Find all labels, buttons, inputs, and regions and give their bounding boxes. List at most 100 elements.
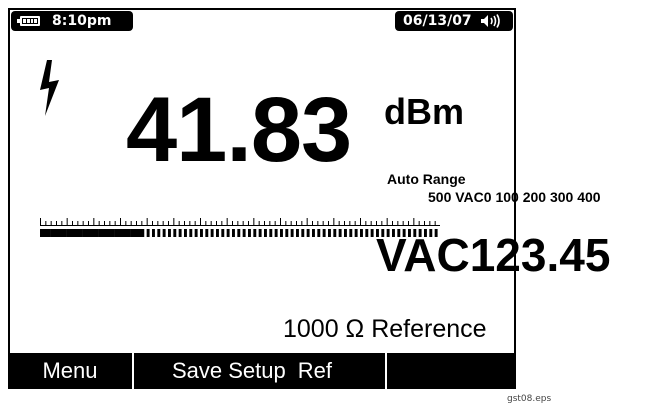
bargraph-tick bbox=[226, 218, 228, 225]
bargraph-tick bbox=[93, 218, 95, 225]
bargraph-tick bbox=[141, 221, 143, 225]
bargraph-segment-filled bbox=[40, 229, 46, 237]
bargraph-tick bbox=[434, 221, 436, 225]
bargraph-tick bbox=[258, 221, 260, 225]
bargraph-tick bbox=[146, 218, 148, 225]
status-date-pill: 06/13/07 bbox=[395, 11, 513, 31]
bargraph-segment-empty bbox=[317, 229, 321, 237]
bargraph-segment-empty bbox=[360, 229, 363, 237]
high-voltage-lightning-icon bbox=[40, 60, 59, 116]
bargraph-tick bbox=[50, 221, 52, 225]
softkey-ref[interactable]: Ref bbox=[298, 358, 332, 384]
bargraph-tick bbox=[317, 221, 319, 225]
bargraph-segment-empty bbox=[312, 229, 315, 237]
bargraph-tick bbox=[253, 218, 255, 225]
bargraph-segment-empty bbox=[322, 229, 326, 237]
bargraph-segment-filled bbox=[136, 229, 142, 237]
bargraph-segment-empty bbox=[168, 229, 171, 237]
bargraph-segment-empty bbox=[269, 229, 273, 237]
softkey-save-setup[interactable]: Save Setup Ref bbox=[134, 353, 387, 389]
bargraph-segment-empty bbox=[264, 229, 267, 237]
bargraph-tick bbox=[386, 218, 388, 225]
bargraph-tick bbox=[200, 218, 201, 225]
bargraph-segment-empty bbox=[253, 229, 257, 237]
softkey-menu[interactable]: Menu bbox=[8, 353, 134, 389]
bargraph-tick bbox=[296, 221, 297, 225]
bargraph-segment-filled bbox=[130, 229, 137, 237]
bargraph-segment-empty bbox=[184, 229, 187, 237]
bargraph-tick bbox=[104, 221, 105, 225]
bargraph-tick bbox=[120, 218, 121, 225]
bargraph-segment-empty bbox=[344, 229, 347, 237]
bargraph-tick bbox=[173, 218, 175, 225]
bargraph-tick bbox=[365, 221, 367, 225]
bargraph-tick bbox=[72, 221, 73, 225]
bargraph-segment-filled bbox=[114, 229, 121, 237]
bargraph-segment-filled bbox=[61, 229, 67, 237]
bargraph-tick bbox=[413, 218, 415, 225]
bargraph-segment-empty bbox=[296, 229, 299, 237]
bargraph-segment-filled bbox=[82, 229, 89, 237]
bargraph-segment-filled bbox=[125, 229, 131, 237]
bargraph-segment-filled bbox=[66, 229, 73, 237]
bargraph-segment-empty bbox=[333, 229, 337, 237]
bargraph-segment-filled bbox=[88, 229, 94, 237]
bargraph-tick bbox=[152, 221, 153, 225]
bargraph-segment-empty bbox=[274, 229, 278, 237]
bargraph-segment-filled bbox=[77, 229, 83, 237]
bargraph-tick bbox=[40, 218, 41, 225]
bargraph-tick bbox=[408, 221, 409, 225]
bargraph-tick bbox=[210, 221, 212, 225]
bargraph-segment-empty bbox=[280, 229, 283, 237]
bargraph-tick bbox=[157, 221, 159, 225]
bargraph-tick bbox=[114, 221, 116, 225]
bargraph-segment-empty bbox=[173, 229, 177, 237]
bargraph-tick bbox=[189, 221, 191, 225]
bargraph-tick bbox=[205, 221, 207, 225]
bargraph-tick bbox=[322, 221, 324, 225]
bargraph-tick bbox=[354, 221, 356, 225]
bargraph-segment-empty bbox=[301, 229, 305, 237]
bargraph-segment-empty bbox=[226, 229, 230, 237]
bargraph-segment-empty bbox=[157, 229, 161, 237]
bargraph-tick bbox=[392, 221, 393, 225]
bargraph-segment-empty bbox=[370, 229, 374, 237]
bargraph-segment-empty bbox=[237, 229, 241, 237]
status-time-pill: 8:10pm bbox=[11, 11, 133, 31]
bargraph-tick bbox=[285, 221, 287, 225]
bargraph-segment-filled bbox=[50, 229, 57, 237]
date: 06/13/07 bbox=[403, 13, 472, 29]
primary-unit: dBm bbox=[384, 91, 464, 132]
bargraph-tick bbox=[280, 218, 281, 225]
bargraph-tick bbox=[216, 221, 217, 225]
bargraph-segment-empty bbox=[285, 229, 289, 237]
bargraph-tick bbox=[344, 221, 345, 225]
bargraph-segment-empty bbox=[349, 229, 353, 237]
bargraph-tick bbox=[194, 221, 196, 225]
bargraph-tick bbox=[162, 221, 164, 225]
status-bar: 8:10pm 06/13/07 bbox=[10, 10, 514, 34]
reference-impedance: 1000 Ω Reference bbox=[283, 315, 487, 343]
bargraph-ticks bbox=[40, 218, 440, 226]
bargraph-segment-empty bbox=[205, 229, 209, 237]
bargraph-tick bbox=[168, 221, 169, 225]
bargraph-tick bbox=[237, 221, 239, 225]
bargraph-segment-empty bbox=[146, 229, 150, 237]
bargraph-tick bbox=[130, 221, 132, 225]
bargraph-tick bbox=[424, 221, 425, 225]
bargraph-tick bbox=[429, 221, 431, 225]
bargraph-tick bbox=[312, 221, 313, 225]
softkey-blank[interactable] bbox=[387, 353, 516, 389]
bargraph-segment-empty bbox=[242, 229, 246, 237]
bargraph-segment-empty bbox=[328, 229, 331, 237]
bargraph-baseline bbox=[40, 225, 440, 226]
bargraph-tick bbox=[61, 221, 63, 225]
bargraph-tick bbox=[360, 218, 361, 225]
softkey-bar: Menu Save Setup Ref bbox=[8, 353, 516, 389]
bargraph-segment-empty bbox=[232, 229, 235, 237]
bargraph-segment-empty bbox=[162, 229, 166, 237]
bargraph-tick bbox=[269, 221, 271, 225]
bargraph-tick bbox=[381, 221, 383, 225]
bargraph-tick bbox=[402, 221, 404, 225]
range-scale-labels: 500 VAC0 100 200 300 400 bbox=[428, 189, 601, 205]
